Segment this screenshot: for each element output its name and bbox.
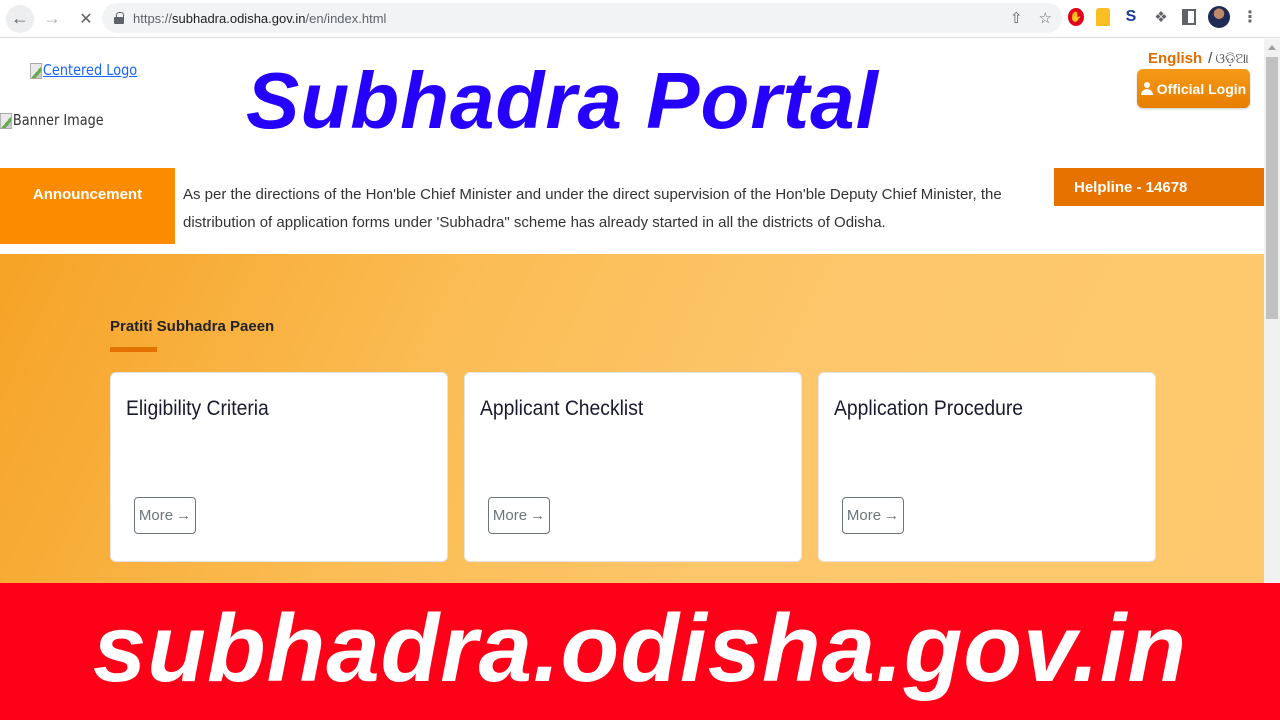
- section-underline: [110, 347, 157, 352]
- official-login-button[interactable]: Official Login: [1137, 69, 1250, 108]
- side-panel-icon[interactable]: [1182, 9, 1196, 25]
- star-icon[interactable]: ☆: [1039, 9, 1052, 27]
- official-login-label: Official Login: [1156, 80, 1247, 97]
- swirl-extension-icon[interactable]: S: [1122, 8, 1140, 26]
- announcement-label: Announcement: [0, 168, 175, 244]
- profile-avatar[interactable]: [1208, 6, 1230, 28]
- url-path: /en/index.html: [305, 10, 387, 26]
- back-arrow-icon[interactable]: ←: [6, 4, 34, 33]
- logo-alt-text: Centered Logo: [42, 61, 138, 79]
- browser-toolbar: ← → ✕ https://subhadra.odisha.gov.in/en/…: [0, 0, 1280, 38]
- more-label: More: [492, 507, 528, 524]
- address-bar[interactable]: https://subhadra.odisha.gov.in/en/index.…: [102, 3, 1062, 33]
- more-button[interactable]: More →: [842, 497, 904, 534]
- card-application-procedure: Application Procedure More →: [818, 372, 1156, 562]
- stop-loading-icon[interactable]: ✕: [72, 5, 100, 33]
- section-title: Pratiti Subhadra Paeen: [110, 318, 275, 335]
- banner-alt-text: Banner Image: [12, 111, 104, 129]
- kebab-menu-icon[interactable]: ⋮: [1242, 7, 1258, 27]
- amber-extension-icon[interactable]: [1096, 8, 1110, 26]
- portal-title: Subhadra Portal: [246, 56, 879, 145]
- url-text[interactable]: https://subhadra.odisha.gov.in/en/index.…: [133, 11, 386, 26]
- opera-adblock-icon[interactable]: ✋: [1068, 8, 1084, 26]
- vertical-scrollbar[interactable]: [1264, 39, 1280, 583]
- arrow-right-icon: →: [884, 507, 900, 524]
- more-label: More: [138, 507, 174, 524]
- share-icon[interactable]: ⇧: [1010, 9, 1023, 27]
- user-icon: [1140, 82, 1153, 95]
- url-overlay-text: subhadra.odisha.gov.in: [92, 594, 1188, 702]
- arrow-right-icon: →: [530, 507, 546, 524]
- info-section: Pratiti Subhadra Paeen Eligibility Crite…: [0, 254, 1264, 583]
- card-title: Applicant Checklist: [480, 397, 644, 420]
- url-scheme: https://: [133, 10, 173, 26]
- logo-link[interactable]: Centered Logo: [30, 61, 137, 79]
- broken-image-icon: [0, 113, 13, 129]
- helpline-badge: Helpline - 14678: [1054, 168, 1264, 206]
- url-overlay-banner: subhadra.odisha.gov.in: [0, 583, 1280, 720]
- more-label: More: [846, 507, 882, 524]
- card-applicant-checklist: Applicant Checklist More →: [464, 372, 802, 562]
- announcement-text: As per the directions of the Hon'ble Chi…: [183, 186, 1002, 231]
- lang-odia-link[interactable]: ଓଡ଼ିଆ: [1215, 50, 1249, 66]
- forward-arrow-icon[interactable]: →: [38, 5, 66, 33]
- broken-image-icon: [30, 63, 43, 79]
- more-button[interactable]: More →: [134, 497, 196, 534]
- page-viewport: Centered Logo Banner Image Subhadra Port…: [0, 39, 1264, 583]
- banner-image: Banner Image: [0, 111, 104, 129]
- scroll-thumb[interactable]: [1266, 57, 1278, 319]
- lang-separator: /: [1208, 50, 1213, 67]
- announcement-bar: Announcement As per the directions of th…: [0, 168, 1264, 244]
- scroll-up-arrow-icon[interactable]: [1268, 45, 1276, 50]
- lock-icon[interactable]: [114, 12, 124, 24]
- lang-english-link[interactable]: English: [1148, 50, 1202, 67]
- card-title: Application Procedure: [834, 397, 1024, 420]
- language-switcher: English / ଓଡ଼ିଆ: [1148, 50, 1249, 67]
- puzzle-extensions-icon[interactable]: ❖: [1152, 8, 1170, 26]
- more-button[interactable]: More →: [488, 497, 550, 534]
- arrow-right-icon: →: [176, 507, 192, 524]
- card-title: Eligibility Criteria: [126, 397, 269, 420]
- url-host: subhadra.odisha.gov.in: [172, 10, 306, 26]
- card-eligibility-criteria: Eligibility Criteria More →: [110, 372, 448, 562]
